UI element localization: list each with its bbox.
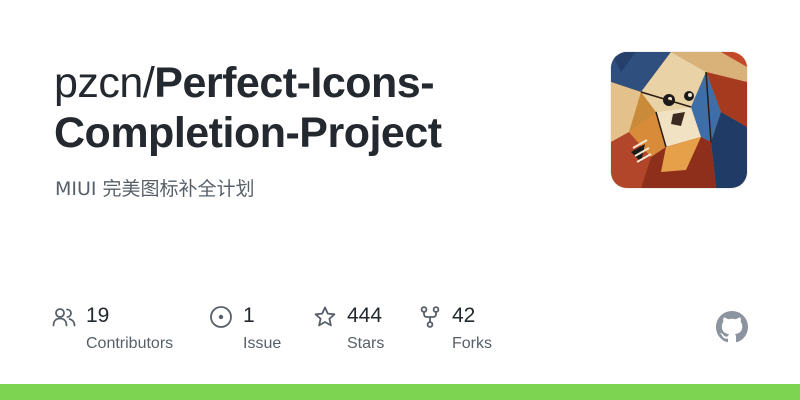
stat-value: 444 (347, 304, 383, 327)
abstract-cubist-lion-avatar-icon (611, 52, 747, 188)
github-mark-icon[interactable] (716, 311, 748, 343)
stat-value: 42 (452, 304, 476, 327)
stat-value: 1 (243, 304, 255, 327)
repo-description: MIUI 完美图标补全计划 (55, 178, 255, 200)
language-bar-segment (0, 384, 800, 400)
repo-name-line1[interactable]: Perfect-Icons- (154, 59, 434, 107)
language-color-bar (0, 384, 800, 400)
repo-name-line2[interactable]: Completion-Project (54, 109, 442, 157)
stat-value: 19 (86, 304, 110, 327)
repo-title[interactable]: pzcn/Perfect-Icons- Completion-Project (54, 58, 574, 158)
issue-opened-icon (210, 306, 232, 328)
repo-social-card: pzcn/Perfect-Icons- Completion-Project M… (0, 0, 800, 400)
repo-forked-icon (420, 306, 440, 328)
stat-label: Issue (243, 335, 282, 352)
people-icon (52, 308, 76, 327)
owner-avatar (611, 52, 747, 188)
stat-label: Stars (347, 335, 385, 352)
repo-owner[interactable]: pzcn/ (54, 59, 155, 107)
star-icon (314, 306, 336, 327)
stat-label: Forks (452, 335, 492, 352)
stat-label: Contributors (86, 335, 174, 352)
